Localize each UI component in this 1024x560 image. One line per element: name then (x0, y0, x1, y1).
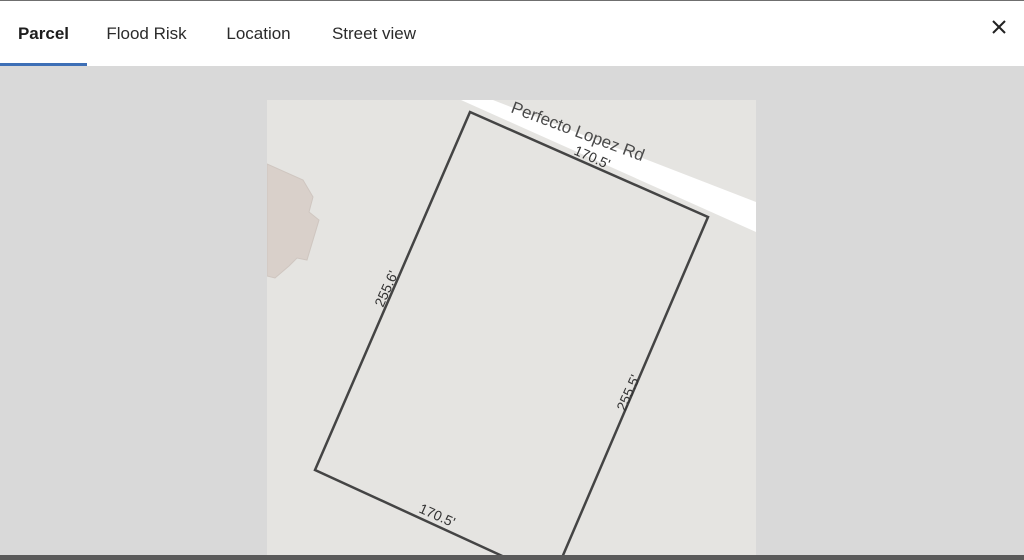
close-button[interactable] (986, 14, 1012, 40)
map-background (267, 100, 756, 560)
tab-parcel[interactable]: Parcel (0, 1, 87, 66)
tab-location[interactable]: Location (206, 1, 311, 66)
close-icon (992, 20, 1006, 34)
modal-header: Parcel Flood Risk Location Street view (0, 0, 1024, 66)
tab-flood-risk[interactable]: Flood Risk (87, 1, 206, 66)
parcel-map[interactable]: Perfecto Lopez Rd 170.5' 255.6' 255.5' 1… (267, 100, 756, 560)
tab-street-view[interactable]: Street view (311, 1, 437, 66)
tab-bar: Parcel Flood Risk Location Street view (0, 1, 437, 67)
bottom-edge (0, 555, 1024, 560)
